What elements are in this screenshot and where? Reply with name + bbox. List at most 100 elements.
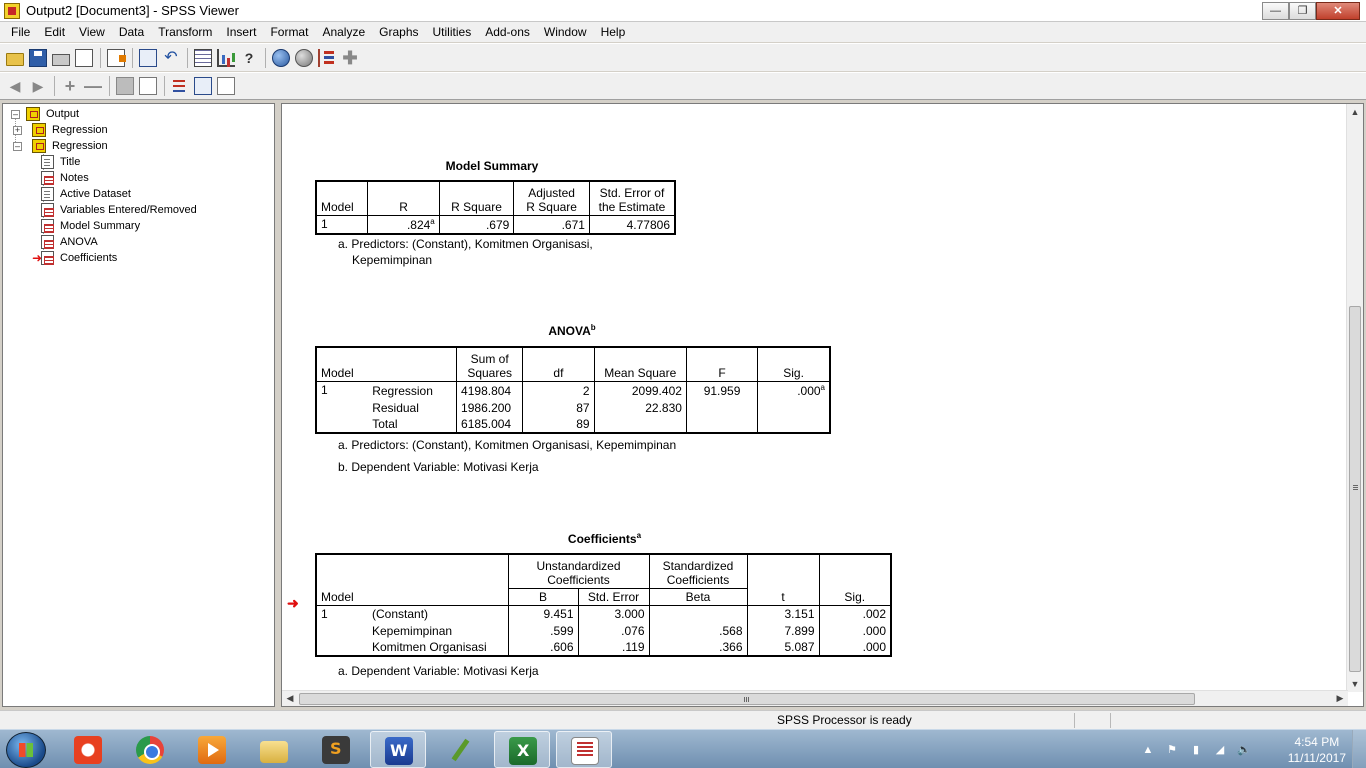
start-button[interactable]: [6, 732, 46, 768]
coefficients-table[interactable]: Unstandardized Coefficients Standardized…: [315, 553, 892, 657]
insert-heading-icon[interactable]: [171, 77, 189, 95]
action-center-flag-icon[interactable]: ⚑: [1164, 742, 1180, 758]
menu-transform[interactable]: Transform: [151, 22, 219, 42]
go-to-data-icon[interactable]: [194, 48, 212, 67]
spss-icon: [571, 737, 599, 765]
collapse-toggle-icon[interactable]: –: [11, 109, 20, 119]
menu-add-ons[interactable]: Add-ons: [478, 22, 537, 42]
vertical-scroll-thumb[interactable]: [1349, 306, 1361, 672]
print-preview-icon[interactable]: [75, 48, 93, 67]
show-all-variables-icon[interactable]: [295, 48, 313, 67]
export-icon[interactable]: [107, 48, 126, 67]
horizontal-scroll-thumb[interactable]: [299, 693, 1195, 705]
cell-ss: 6185.004: [456, 415, 523, 434]
battery-icon[interactable]: ▮: [1188, 742, 1204, 758]
scroll-up-arrow-icon[interactable]: ▲: [1347, 107, 1363, 117]
cell-beta: .366: [648, 639, 747, 657]
volume-icon[interactable]: 🔈: [1236, 742, 1252, 758]
expand-icon[interactable]: +: [61, 77, 79, 95]
grip-icon: [744, 697, 745, 702]
show-desktop-button[interactable]: [1352, 730, 1366, 768]
save-icon[interactable]: [29, 48, 47, 67]
toolbar-separator: [100, 47, 101, 68]
menu-data[interactable]: Data: [112, 22, 151, 42]
taskbar-app-explorer[interactable]: [246, 731, 302, 768]
outline-node-notes[interactable]: Notes: [41, 170, 89, 186]
status-bar: SPSS Processor is ready: [0, 710, 1366, 729]
restore-button[interactable]: ❐: [1289, 2, 1316, 20]
anova-table[interactable]: Model Sum of Squares df Mean Square F Si…: [314, 346, 832, 434]
menu-utilities[interactable]: Utilities: [426, 22, 479, 42]
menu-help[interactable]: Help: [594, 22, 633, 42]
taskbar-app-camera[interactable]: [60, 731, 116, 768]
cell-adj-r-square: .671: [513, 215, 590, 235]
outline-node-model-summary[interactable]: Model Summary: [41, 218, 140, 234]
menu-edit[interactable]: Edit: [37, 22, 72, 42]
cell-std-error: .076: [577, 622, 649, 639]
outline-node-output[interactable]: – Output: [11, 106, 79, 122]
use-sets-icon[interactable]: [272, 48, 290, 67]
model-summary-table[interactable]: Model R R Square Adjusted R Square Std. …: [315, 180, 676, 235]
show-icon[interactable]: [116, 77, 134, 95]
promote-arrow-left-icon[interactable]: ◀: [6, 77, 24, 95]
insert-text-icon[interactable]: [217, 77, 235, 95]
expand-toggle-icon[interactable]: +: [13, 125, 22, 135]
designate-window-icon[interactable]: [318, 48, 336, 67]
minimize-button[interactable]: —: [1262, 2, 1289, 20]
dialog-recall-icon[interactable]: [139, 48, 157, 67]
collapse-toggle-icon[interactable]: –: [13, 141, 22, 151]
taskbar-app-spss[interactable]: [556, 731, 612, 768]
taskbar-app-excel[interactable]: [494, 731, 550, 768]
outline-node-coefficients[interactable]: Coefficients: [41, 250, 117, 266]
toolbar-separator: [54, 76, 55, 96]
toolbar-separator: [109, 76, 110, 96]
scroll-down-arrow-icon[interactable]: ▼: [1347, 679, 1363, 689]
outline-label: Coefficients: [60, 252, 118, 264]
print-icon[interactable]: [52, 53, 70, 66]
collapse-icon[interactable]: —: [84, 77, 102, 95]
taskbar-app-sublime[interactable]: [308, 731, 364, 768]
menu-file[interactable]: File: [4, 22, 37, 42]
outline-node-regression-2[interactable]: – Regression: [13, 138, 108, 154]
scroll-right-arrow-icon[interactable]: ▶: [1332, 693, 1348, 704]
add-icon[interactable]: ✚: [341, 49, 359, 67]
footnote-marker: b: [590, 323, 596, 332]
horizontal-scrollbar[interactable]: ◀ ▶: [282, 690, 1348, 706]
taskbar-app-chrome[interactable]: [122, 731, 178, 768]
variables-help-icon[interactable]: ?: [240, 49, 258, 67]
cell-b: .599: [507, 622, 578, 639]
menu-insert[interactable]: Insert: [219, 22, 263, 42]
open-folder-icon[interactable]: [6, 52, 24, 66]
cell-source: Total: [368, 415, 457, 434]
menu-format[interactable]: Format: [263, 22, 315, 42]
taskbar-app-word[interactable]: [370, 731, 426, 768]
undo-icon[interactable]: ↶: [162, 49, 180, 67]
hide-icon[interactable]: [139, 77, 157, 95]
menu-window[interactable]: Window: [537, 22, 594, 42]
outline-node-regression-1[interactable]: + Regression: [13, 122, 108, 138]
header-blank: [368, 588, 508, 606]
taskbar-app-pen[interactable]: [432, 731, 488, 768]
cell-value: .000: [797, 383, 821, 398]
spss-app-icon[interactable]: [4, 3, 20, 19]
scroll-left-arrow-icon[interactable]: ◀: [282, 693, 298, 704]
outline-node-title[interactable]: Title: [41, 154, 80, 170]
show-hidden-icons-icon[interactable]: ▲: [1140, 742, 1156, 758]
menu-graphs[interactable]: Graphs: [372, 22, 425, 42]
outline-node-anova[interactable]: ANOVA: [41, 234, 98, 250]
chart-icon[interactable]: [217, 48, 235, 67]
taskbar-app-media-player[interactable]: [184, 731, 240, 768]
excel-icon: [509, 737, 537, 765]
menu-analyze[interactable]: Analyze: [315, 22, 372, 42]
close-button[interactable]: ✕: [1316, 2, 1360, 20]
menu-view[interactable]: View: [72, 22, 112, 42]
outline-node-active-dataset[interactable]: Active Dataset: [41, 186, 131, 202]
toolbar-separator: [164, 76, 165, 96]
insert-title-icon[interactable]: [194, 77, 212, 95]
vertical-scrollbar[interactable]: ▲ ▼: [1346, 104, 1363, 692]
network-icon[interactable]: ◢: [1212, 742, 1228, 758]
taskbar-clock[interactable]: 4:54 PM 11/11/2017: [1288, 734, 1346, 766]
demote-arrow-right-icon[interactable]: ▶: [29, 77, 47, 95]
cell-std-error: 3.000: [577, 605, 649, 622]
outline-node-variables-entered[interactable]: Variables Entered/Removed: [41, 202, 197, 218]
